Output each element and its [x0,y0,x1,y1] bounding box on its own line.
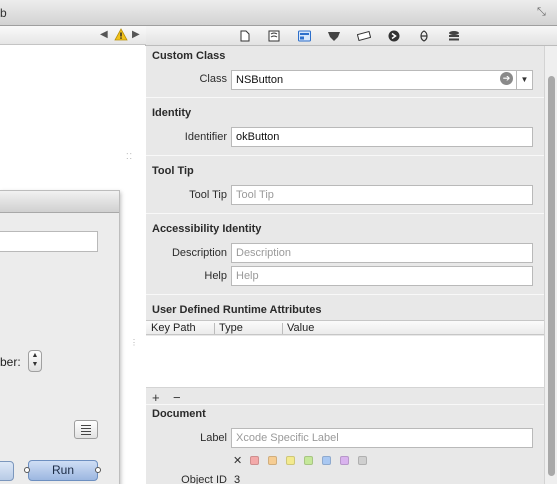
size-inspector-icon[interactable] [357,29,371,43]
fullscreen-icon[interactable]: ⤡ [537,6,549,18]
section-divider [146,97,544,98]
label-color-blue[interactable] [322,456,331,465]
chevron-down-icon[interactable]: ▼ [516,71,532,89]
label-color-orange[interactable] [268,456,277,465]
help-field[interactable]: Help [231,266,533,286]
section-divider [146,213,544,214]
description-field[interactable]: Description [231,243,533,263]
bindings-inspector-icon[interactable] [417,29,431,43]
label-color-red[interactable] [250,456,259,465]
jump-bar: ◀ ▶ [0,26,146,45]
window-titlebar: b ⤡ [0,0,557,26]
column-header-value[interactable]: Value [287,322,314,334]
label-color-gray[interactable] [358,456,367,465]
label-label: Label [200,432,227,444]
help-label: Help [204,270,227,282]
scrollbar-thumb[interactable] [548,76,555,476]
run-button[interactable]: Run [28,460,98,481]
splitter-grip-icon[interactable]: ⋮ [130,339,139,347]
connections-inspector-icon[interactable] [387,29,401,43]
go-to-class-icon[interactable]: ➔ [500,72,513,85]
section-divider [146,404,544,405]
section-divider [146,294,544,295]
class-combo-box[interactable]: NSButton ➔ ▼ [231,70,533,90]
dialog-window[interactable]: ber: ▲ ▼ Run [0,190,120,484]
column-separator[interactable] [282,323,283,334]
clear-label-color-icon[interactable]: ✕ [233,454,242,467]
list-icon-button[interactable] [74,420,98,439]
label-color-green[interactable] [304,456,313,465]
remove-attribute-button[interactable]: − [173,390,181,405]
identity-title: Identity [152,107,192,119]
file-inspector-icon[interactable] [238,29,252,43]
quick-help-icon[interactable] [267,29,281,43]
xcode-label-field[interactable]: Xcode Specific Label [231,428,533,448]
description-label: Description [171,247,227,259]
resize-handle-left[interactable] [24,467,30,473]
runtime-attributes-table[interactable] [146,336,544,388]
forward-arrow-icon[interactable]: ▶ [132,29,140,40]
attributes-inspector-icon[interactable] [327,29,341,43]
accessibility-identity-title: Accessibility Identity [152,223,262,235]
column-header-key-path[interactable]: Key Path [151,322,196,334]
number-label: ber: [0,355,21,369]
label-color-purple[interactable] [340,456,349,465]
document-title: Document [152,408,206,420]
window-title: b [0,6,7,20]
interface-canvas: ◀ ▶ ⁚⁚ ⋮ ber: ▲ ▼ Run [0,26,146,484]
object-id-label: Object ID [181,474,227,484]
tool-tip-field[interactable]: Tool Tip [231,185,533,205]
column-header-type[interactable]: Type [219,322,243,334]
column-separator[interactable] [214,323,215,334]
canvas-area[interactable]: ⁚⁚ ⋮ ber: ▲ ▼ Run [0,46,146,484]
section-divider [146,155,544,156]
number-stepper[interactable]: ▲ ▼ [28,350,42,372]
tool-tip-title: Tool Tip [152,165,194,177]
class-label: Class [199,73,227,85]
runtime-attributes-header: Key Path Type Value [146,320,544,335]
identifier-label: Identifier [184,131,227,143]
label-color-yellow[interactable] [286,456,295,465]
add-attribute-button[interactable]: + [152,390,160,405]
object-id-value: 3 [234,474,241,484]
warning-icon[interactable] [114,28,128,41]
identity-inspector: Custom Class Class NSButton ➔ ▼ Identity… [146,26,557,484]
class-value: NSButton [236,74,284,86]
grip-dots-icon: ⁚⁚ [126,152,134,161]
cancel-button[interactable] [0,461,14,481]
dialog-titlebar[interactable] [0,191,119,213]
inspector-tab-bar [146,26,557,46]
back-arrow-icon[interactable]: ◀ [100,29,108,40]
inspector-scrollbar[interactable] [544,46,557,484]
dialog-text-field[interactable] [0,231,98,252]
identity-inspector-icon[interactable] [297,29,311,43]
runtime-attributes-title: User Defined Runtime Attributes [152,304,322,316]
effects-inspector-icon[interactable] [447,29,461,43]
tool-tip-label: Tool Tip [189,189,227,201]
identifier-field[interactable]: okButton [231,127,533,147]
custom-class-title: Custom Class [152,50,226,62]
resize-handle-right[interactable] [95,467,101,473]
